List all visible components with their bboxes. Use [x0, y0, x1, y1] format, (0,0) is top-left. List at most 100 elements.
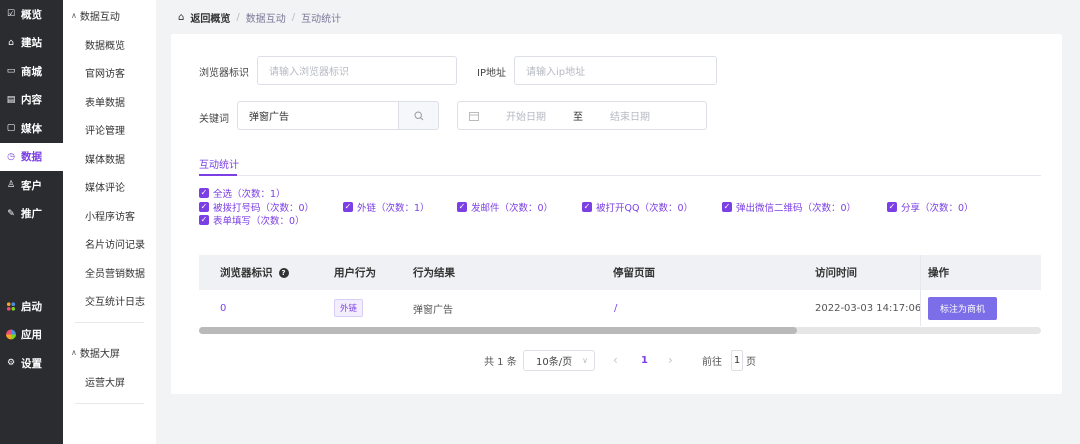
subnav-item[interactable]: 名片访问记录	[63, 230, 156, 259]
cell-page[interactable]: /	[614, 290, 617, 326]
check-icon: ✓	[343, 202, 353, 212]
breadcrumb-home[interactable]: 返回概览	[190, 10, 230, 25]
column-header-behavior: 用户行为	[334, 267, 376, 279]
user-icon: ♙	[6, 180, 16, 191]
ip-label: IP地址	[477, 68, 506, 79]
help-icon[interactable]: ?	[278, 267, 289, 278]
nav-item-label: 启动	[21, 300, 42, 313]
check-icon: ✓	[457, 202, 467, 212]
checkbox-label: 外链（次数：1）	[357, 203, 430, 214]
subnav-item[interactable]: 小程序访客	[63, 201, 156, 230]
checkbox-share[interactable]: ✓ 分享（次数：0）	[887, 200, 974, 214]
chevron-up-icon: ∧	[71, 347, 77, 357]
subnav-item[interactable]: 表单数据	[63, 87, 156, 116]
page-number-current[interactable]: 1	[641, 348, 648, 372]
checkbox-select-all[interactable]: ✓ 全选（次数：1）	[199, 186, 286, 200]
nav-item-launch[interactable]: 启动	[0, 292, 63, 321]
subnav-item[interactable]: 运营大屏	[63, 367, 156, 396]
subnav-item[interactable]: 媒体评论	[63, 173, 156, 202]
cell-browser-id[interactable]: 0	[220, 290, 226, 326]
divider	[75, 402, 144, 404]
nav-item-site[interactable]: ⌂ 建站	[0, 29, 63, 58]
nav-item-settings[interactable]: ⚙ 设置	[0, 349, 63, 378]
checkbox-external-link[interactable]: ✓ 外链（次数：1）	[343, 200, 430, 214]
checkbox-phone[interactable]: ✓ 被拨打号码（次数：0）	[199, 200, 314, 214]
table-header: 浏览器标识 ? 用户行为 行为结果 停留页面 访问时间 操作	[199, 255, 1041, 290]
browser-id-placeholder: 请输入浏览器标识	[269, 67, 349, 78]
breadcrumb-separator: /	[236, 12, 240, 23]
nav-item-apps[interactable]: 应用	[0, 321, 63, 350]
search-button[interactable]	[399, 101, 439, 130]
mark-opportunity-button[interactable]: 标注为商机	[928, 296, 998, 320]
chevron-down-icon: ∨	[582, 356, 588, 365]
nav-item-label: 应用	[21, 329, 42, 342]
ip-input[interactable]: 请输入ip地址	[514, 56, 717, 85]
calendar-icon	[469, 111, 479, 121]
goto-suffix: 页	[746, 356, 756, 368]
nav-item-data[interactable]: ◷ 数据	[0, 142, 63, 171]
review-icon: ☑	[6, 9, 16, 20]
nav-item-promo[interactable]: ✎ 推广	[0, 200, 63, 229]
main-card	[171, 34, 1062, 394]
nav-item-label: 推广	[21, 208, 42, 221]
subnav-group-label: 数据大屏	[79, 348, 120, 360]
subnav-item[interactable]: 媒体数据	[63, 144, 156, 173]
next-page-button[interactable]: ›	[668, 348, 673, 372]
column-header-page: 停留页面	[613, 267, 655, 279]
nav-item-label: 商城	[21, 65, 42, 78]
checkbox-qq[interactable]: ✓ 被打开QQ（次数：0）	[582, 200, 693, 214]
start-date-placeholder: 开始日期	[506, 112, 546, 123]
column-header-result: 行为结果	[413, 267, 455, 279]
column-header-browser: 浏览器标识 ?	[220, 255, 289, 290]
cell-result: 弹窗广告	[413, 304, 453, 316]
home-icon: ⌂	[8, 37, 14, 48]
pagination-total: 共 1 条	[484, 356, 517, 368]
nav-item-content[interactable]: ▤ 内容	[0, 86, 63, 115]
subnav-item[interactable]: 评论管理	[63, 116, 156, 145]
horizontal-scrollbar-thumb[interactable]	[199, 327, 797, 334]
breadcrumb-level1[interactable]: 数据互动	[246, 10, 286, 25]
subnav-group-data-interaction[interactable]: ∧ 数据互动	[63, 0, 156, 30]
column-header-label: 浏览器标识	[220, 267, 273, 279]
media-icon: ▢	[6, 123, 16, 134]
cell-action: 标注为商机	[928, 290, 998, 326]
keyword-value: 弹窗广告	[249, 112, 289, 123]
subnav-group-label: 数据互动	[79, 11, 120, 23]
goto-page-input[interactable]: 1	[731, 350, 743, 371]
nav-item-shop[interactable]: ▭ 商城	[0, 57, 63, 86]
check-icon: ✓	[887, 202, 897, 212]
page-size-value: 10条/页	[536, 357, 573, 368]
checkbox-label: 表单填写（次数：0）	[213, 216, 305, 227]
subnav-group-big-screen[interactable]: ∧ 数据大屏	[63, 337, 156, 367]
tab-interaction-stats[interactable]: 互动统计	[199, 156, 239, 171]
column-header-time: 访问时间	[815, 267, 857, 279]
subnav-item[interactable]: 交互统计日志	[63, 287, 156, 316]
nav-item-media[interactable]: ▢ 媒体	[0, 114, 63, 143]
keyword-input[interactable]: 弹窗广告	[237, 101, 399, 130]
nav-item-label: 媒体	[21, 122, 42, 135]
nav-item-overview[interactable]: ☑ 概览	[0, 0, 63, 29]
subnav-item[interactable]: 数据概览	[63, 30, 156, 59]
tab-active-indicator	[199, 174, 237, 176]
column-header-action: 操作	[928, 267, 949, 279]
checkbox-label: 被拨打号码（次数：0）	[213, 203, 315, 214]
subnav-item[interactable]: 全员营销数据	[63, 258, 156, 287]
nav-item-label: 客户	[21, 179, 42, 192]
nav-item-customer[interactable]: ♙ 客户	[0, 171, 63, 200]
cell-behavior: 外链	[334, 290, 364, 326]
nav-item-label: 建站	[21, 37, 42, 50]
prev-page-button[interactable]: ‹	[613, 348, 618, 372]
check-icon: ✓	[199, 188, 209, 198]
checkbox-form[interactable]: ✓ 表单填写（次数：0）	[199, 213, 305, 227]
page-size-select[interactable]: 10条/页 ∨	[523, 350, 595, 371]
checkbox-email[interactable]: ✓ 发邮件（次数：0）	[457, 200, 553, 214]
check-icon: ✓	[199, 215, 209, 225]
breadcrumb: ⌂ 返回概览 / 数据互动 / 互动统计	[178, 10, 341, 25]
browser-id-input[interactable]: 请输入浏览器标识	[257, 56, 457, 85]
nav-item-label: 数据	[21, 151, 42, 164]
checkbox-wechat-qr[interactable]: ✓ 弹出微信二维码（次数：0）	[722, 200, 856, 214]
subnav-item[interactable]: 官网访客	[63, 59, 156, 88]
launch-icon	[6, 301, 16, 311]
date-range-picker[interactable]: 开始日期 至 结束日期	[457, 101, 707, 130]
checkbox-label: 分享（次数：0）	[901, 203, 974, 214]
